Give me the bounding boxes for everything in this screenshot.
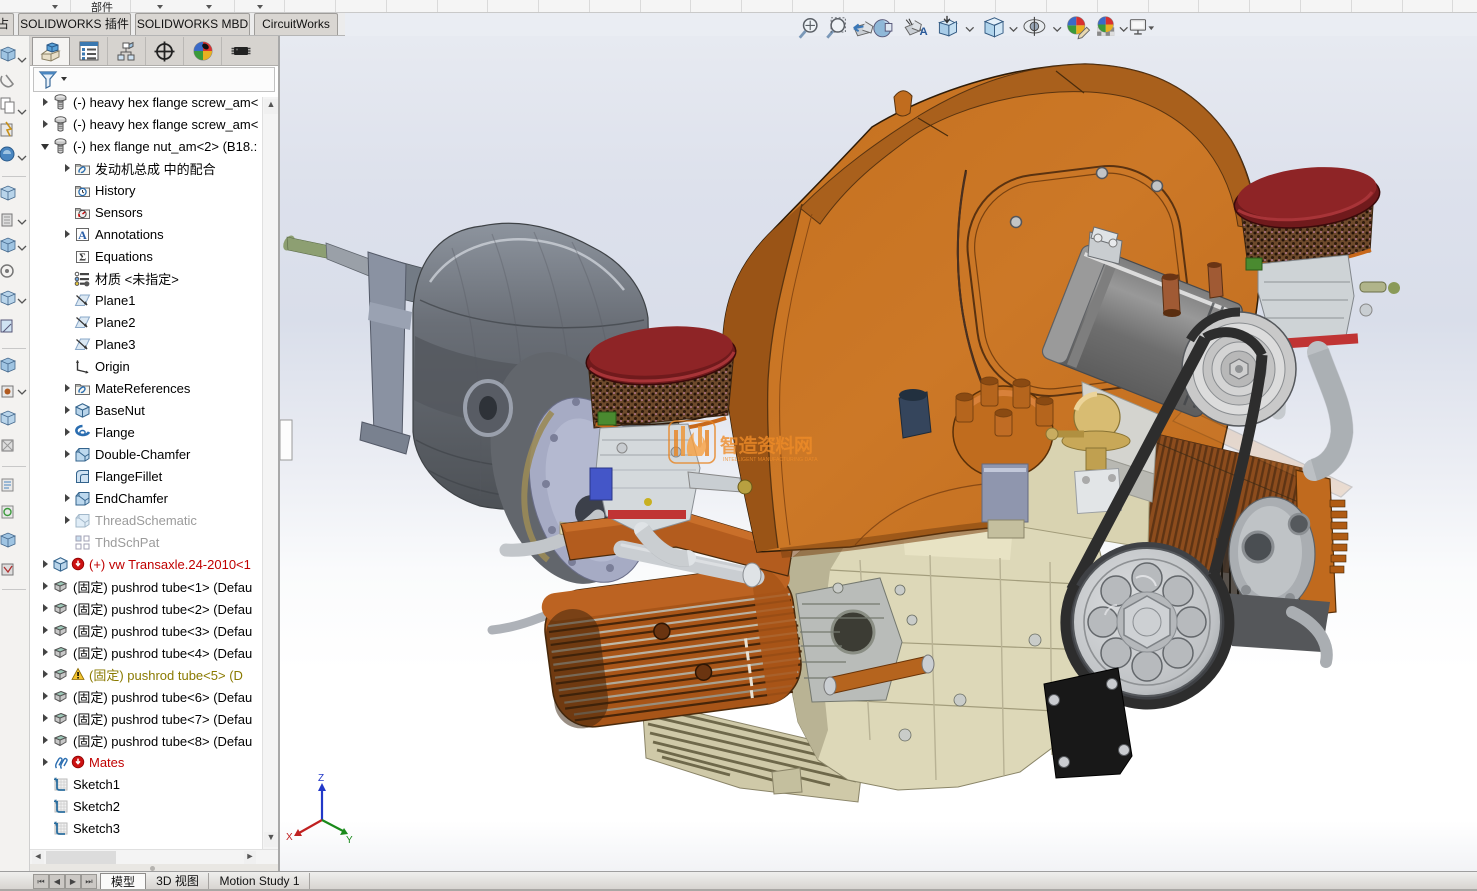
svg-text:Z: Z	[318, 773, 324, 784]
svg-text:X: X	[286, 832, 293, 843]
svg-text:Y: Y	[346, 835, 353, 846]
svg-text:智造资料网: 智造资料网	[720, 434, 813, 457]
svg-text:A: A	[919, 26, 927, 38]
svg-text:INTELLIGENT MANUFACTURING DATA: INTELLIGENT MANUFACTURING DATA	[723, 457, 818, 463]
